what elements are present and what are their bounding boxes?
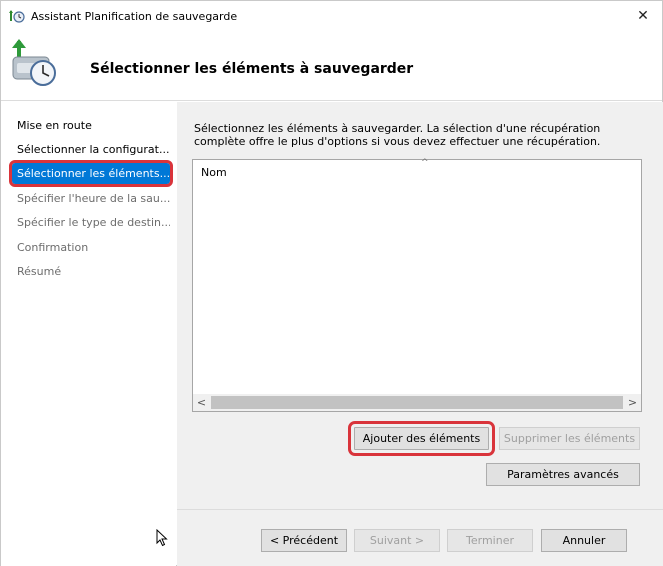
nav-step-summary: Résumé [17, 265, 62, 278]
nav-step-confirmation: Confirmation [17, 241, 89, 254]
close-icon[interactable]: ✕ [632, 5, 654, 27]
add-items-button[interactable]: Ajouter des éléments [348, 421, 495, 456]
scroll-left-icon[interactable]: < [193, 394, 210, 411]
mouse-pointer-icon [156, 528, 168, 547]
backup-schedule-icon [9, 9, 25, 23]
cancel-button[interactable]: Annuler [541, 529, 627, 552]
advanced-settings-button[interactable]: Paramètres avancés [486, 463, 640, 486]
nav-step-select-configuration[interactable]: Sélectionner la configurat... [12, 139, 170, 160]
scroll-right-icon[interactable]: > [624, 394, 641, 411]
backup-clock-icon [9, 37, 59, 87]
column-header-name[interactable]: Nom [201, 166, 227, 179]
window-title: Assistant Planification de sauvegarde [31, 10, 238, 23]
previous-button[interactable]: < Précédent [261, 529, 347, 552]
wizard-steps-nav: Mise en route Sélectionner la configurat… [1, 102, 176, 566]
instruction-text: Sélectionnez les éléments à sauvegarder.… [194, 122, 601, 148]
nav-step-destination-type: Spécifier le type de destin... [17, 216, 170, 229]
nav-step-specify-time: Spécifier l'heure de la sau... [17, 192, 170, 205]
finish-button: Terminer [447, 529, 533, 552]
sort-indicator-icon: ^ [421, 158, 429, 168]
nav-step-getting-started[interactable]: Mise en route [12, 115, 170, 136]
wizard-header: Sélectionner les éléments à sauvegarder [1, 31, 662, 101]
title-bar: Assistant Planification de sauvegarde ✕ [1, 1, 662, 31]
nav-step-select-items[interactable]: Sélectionner les éléments... [9, 160, 173, 187]
items-list[interactable]: ^ Nom < > [192, 158, 642, 412]
remove-items-button: Supprimer les éléments [499, 427, 640, 450]
footer-separator [177, 509, 663, 510]
wizard-window: Assistant Planification de sauvegarde ✕ … [0, 0, 663, 566]
wizard-content: Sélectionnez les éléments à sauvegarder.… [177, 102, 663, 566]
page-title: Sélectionner les éléments à sauvegarder [90, 61, 414, 77]
next-button: Suivant > [354, 529, 440, 552]
horizontal-scrollbar[interactable]: < > [193, 394, 641, 411]
scrollbar-thumb[interactable] [211, 396, 623, 409]
